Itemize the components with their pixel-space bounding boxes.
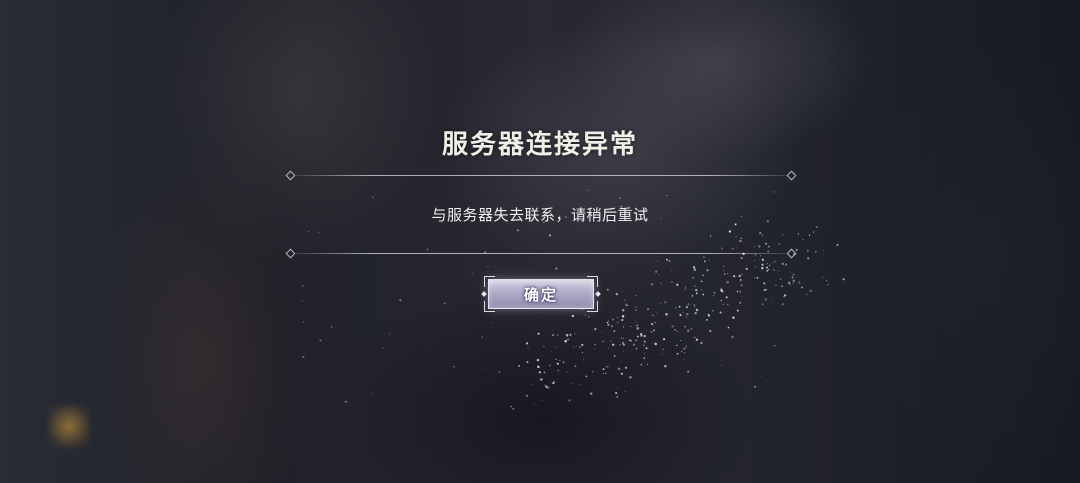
error-dialog: 服务器连接异常 与服务器失去联系，请稍后重试 确定 <box>0 0 1080 483</box>
bottom-divider <box>285 248 797 259</box>
diamond-icon <box>285 170 296 181</box>
divider-line <box>296 175 786 176</box>
game-background: 服务器连接异常 与服务器失去联系，请稍后重试 确定 <box>0 0 1080 483</box>
dialog-message: 与服务器失去联系，请稍后重试 <box>431 206 649 224</box>
confirm-button[interactable]: 确定 <box>481 276 601 312</box>
divider-line <box>296 253 786 254</box>
diamond-icon <box>285 248 296 259</box>
top-divider <box>285 170 797 181</box>
diamond-icon <box>786 170 797 181</box>
diamond-icon <box>786 248 797 259</box>
dialog-title: 服务器连接异常 <box>441 130 638 160</box>
confirm-button-label: 确定 <box>523 286 558 304</box>
